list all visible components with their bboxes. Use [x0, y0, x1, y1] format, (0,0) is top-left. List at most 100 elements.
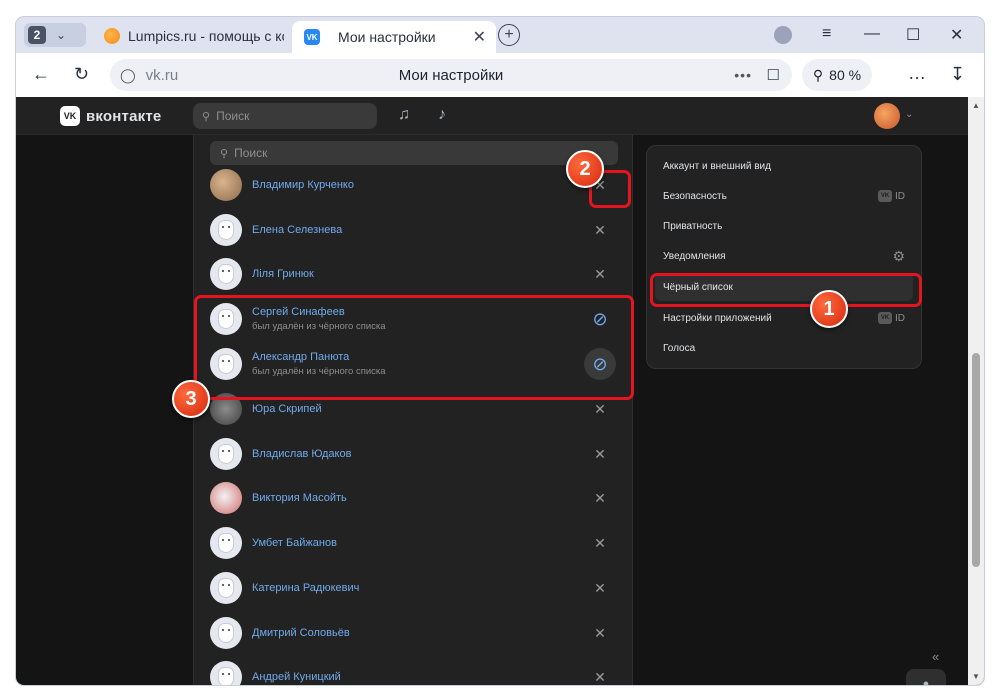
list-item: Ліля Гринюк ✕	[210, 254, 618, 294]
vk-header: VK вконтакте ⚲ Поиск ♫ ♪ ⌄	[16, 97, 968, 135]
remove-from-blacklist-button[interactable]: ✕	[586, 484, 614, 512]
avatar[interactable]	[210, 258, 242, 290]
menu-item-security[interactable]: Безопасность VK ID	[655, 182, 913, 210]
user-name-link[interactable]: Катерина Радюкевич	[252, 582, 359, 594]
tab-title: Мои настройки	[338, 29, 436, 45]
list-item: Катерина Радюкевич ✕	[210, 568, 618, 608]
back-arrow-icon[interactable]: ←	[32, 64, 50, 85]
bell-icon[interactable]: ♫	[398, 106, 410, 124]
chat-icon[interactable]: ●	[906, 669, 946, 685]
blacklist-search-input[interactable]: ⚲ Поиск	[210, 141, 618, 165]
close-tab-icon[interactable]: ✕	[473, 27, 486, 47]
collapse-icon[interactable]: «	[932, 649, 939, 664]
avatar[interactable]	[210, 617, 242, 649]
highlight-blacklist-menu-item	[650, 273, 922, 307]
search-icon: ⚲	[202, 110, 211, 123]
user-name-link[interactable]: Елена Селезнева	[252, 224, 342, 236]
menu-item-privacy[interactable]: Приватность	[655, 212, 913, 240]
remove-from-blacklist-button[interactable]: ✕	[586, 663, 614, 685]
chevron-down-icon: ⌄	[56, 28, 67, 42]
remove-from-blacklist-button[interactable]: ✕	[586, 619, 614, 647]
list-item: Елена Селезнева ✕	[210, 210, 618, 250]
tab-counter-button[interactable]: 2 ⌄	[24, 23, 86, 47]
tab-settings[interactable]: VK Мои настройки ✕	[292, 21, 496, 53]
menu-item-label: Аккаунт и внешний вид	[663, 160, 771, 172]
orange-icon	[104, 28, 120, 44]
menu-item-app-settings[interactable]: Настройки приложений VK ID	[655, 304, 913, 332]
scrollbar[interactable]: ▲ ▼	[968, 97, 984, 685]
tab-bar: 2 ⌄ Lumpics.ru - помощь с ком VK Мои нас…	[16, 17, 984, 53]
vk-id-icon: VK	[878, 190, 892, 202]
user-name-link[interactable]: Владимир Курченко	[252, 179, 354, 191]
avatar[interactable]	[210, 527, 242, 559]
new-tab-button[interactable]: +	[498, 24, 520, 46]
menu-item-account[interactable]: Аккаунт и внешний вид	[655, 152, 913, 180]
list-item: Виктория Масойть ✕	[210, 478, 618, 518]
list-item: Умбет Байжанов ✕	[210, 523, 618, 563]
address-bar[interactable]: ◯ vk.ru Мои настройки ••• ☐	[110, 59, 792, 91]
list-item: Владимир Курченко ✕	[210, 165, 618, 205]
search-placeholder: Поиск	[216, 109, 250, 123]
download-icon[interactable]: ↧	[950, 64, 965, 85]
menu-icon[interactable]: ≡	[822, 25, 831, 43]
profile-icon[interactable]	[774, 26, 792, 44]
address-bar-row: ← ↻ ◯ vk.ru Мои настройки ••• ☐ ⚲ 80 % ……	[16, 53, 984, 97]
user-name-link[interactable]: Ліля Гринюк	[252, 268, 314, 280]
avatar[interactable]	[210, 482, 242, 514]
remove-from-blacklist-button[interactable]: ✕	[586, 440, 614, 468]
user-name-link[interactable]: Виктория Масойть	[252, 492, 347, 504]
search-placeholder: Поиск	[234, 146, 268, 160]
maximize-icon[interactable]: ☐	[906, 25, 920, 45]
page-title: Мои настройки	[398, 66, 504, 84]
close-window-icon[interactable]: ✕	[950, 25, 963, 45]
scroll-down-icon[interactable]: ▼	[972, 672, 980, 681]
avatar[interactable]	[210, 214, 242, 246]
user-name-link[interactable]: Умбет Байжанов	[252, 537, 337, 549]
gear-icon: ⚙	[892, 247, 905, 264]
zoom-level: 80 %	[829, 67, 862, 83]
url-host: vk.ru	[145, 66, 179, 84]
music-icon[interactable]: ♪	[438, 106, 446, 124]
user-name-link[interactable]: Владислав Юдаков	[252, 448, 351, 460]
vk-id-badge: VK ID	[878, 190, 905, 202]
avatar[interactable]	[210, 572, 242, 604]
tab-title: Lumpics.ru - помощь с ком	[128, 28, 284, 44]
remove-from-blacklist-button[interactable]: ✕	[586, 529, 614, 557]
user-name-link[interactable]: Юра Скрипей	[252, 403, 322, 415]
shield-icon[interactable]: ◯	[120, 67, 136, 84]
menu-item-notifications[interactable]: Уведомления ⚙	[655, 242, 913, 270]
vk-logo[interactable]: VK вконтакте	[60, 106, 161, 126]
more-dots-icon[interactable]: •••	[734, 67, 752, 83]
browser-window: 2 ⌄ Lumpics.ru - помощь с ком VK Мои нас…	[16, 17, 984, 685]
step-badge-3: 3	[172, 380, 210, 418]
menu-item-votes[interactable]: Голоса	[655, 334, 913, 362]
bookmark-icon[interactable]: ☐	[767, 66, 780, 84]
highlight-removed-users	[194, 295, 634, 400]
remove-from-blacklist-button[interactable]: ✕	[586, 216, 614, 244]
remove-from-blacklist-button[interactable]: ✕	[586, 574, 614, 602]
tab-lumpics[interactable]: Lumpics.ru - помощь с ком	[98, 21, 288, 51]
remove-from-blacklist-button[interactable]: ✕	[586, 260, 614, 288]
avatar[interactable]	[874, 103, 900, 129]
extensions-icon[interactable]: …	[908, 63, 926, 84]
list-item: Дмитрий Соловьёв ✕	[210, 613, 618, 653]
vk-logo-mark: VK	[60, 106, 80, 126]
chevron-down-icon[interactable]: ⌄	[905, 109, 913, 120]
step-badge-1: 1	[810, 290, 848, 328]
menu-item-label: Приватность	[663, 220, 723, 232]
user-name-link[interactable]: Андрей Куницкий	[252, 671, 341, 683]
reload-icon[interactable]: ↻	[74, 64, 89, 85]
avatar[interactable]	[210, 438, 242, 470]
menu-item-label: Безопасность	[663, 190, 727, 202]
scrollbar-thumb[interactable]	[972, 353, 980, 567]
minimize-icon[interactable]: —	[864, 25, 880, 43]
avatar[interactable]	[210, 169, 242, 201]
scroll-up-icon[interactable]: ▲	[972, 101, 980, 110]
zoom-button[interactable]: ⚲ 80 %	[802, 59, 872, 91]
user-name-link[interactable]: Дмитрий Соловьёв	[252, 627, 350, 639]
avatar[interactable]	[210, 661, 242, 685]
vk-search-input[interactable]: ⚲ Поиск	[193, 103, 377, 129]
vk-icon: VK	[304, 29, 320, 45]
vk-logo-text: вконтакте	[86, 107, 162, 125]
blacklist-panel: ⚲ Поиск Владимир Курченко ✕ Елена Селезн…	[193, 135, 633, 685]
